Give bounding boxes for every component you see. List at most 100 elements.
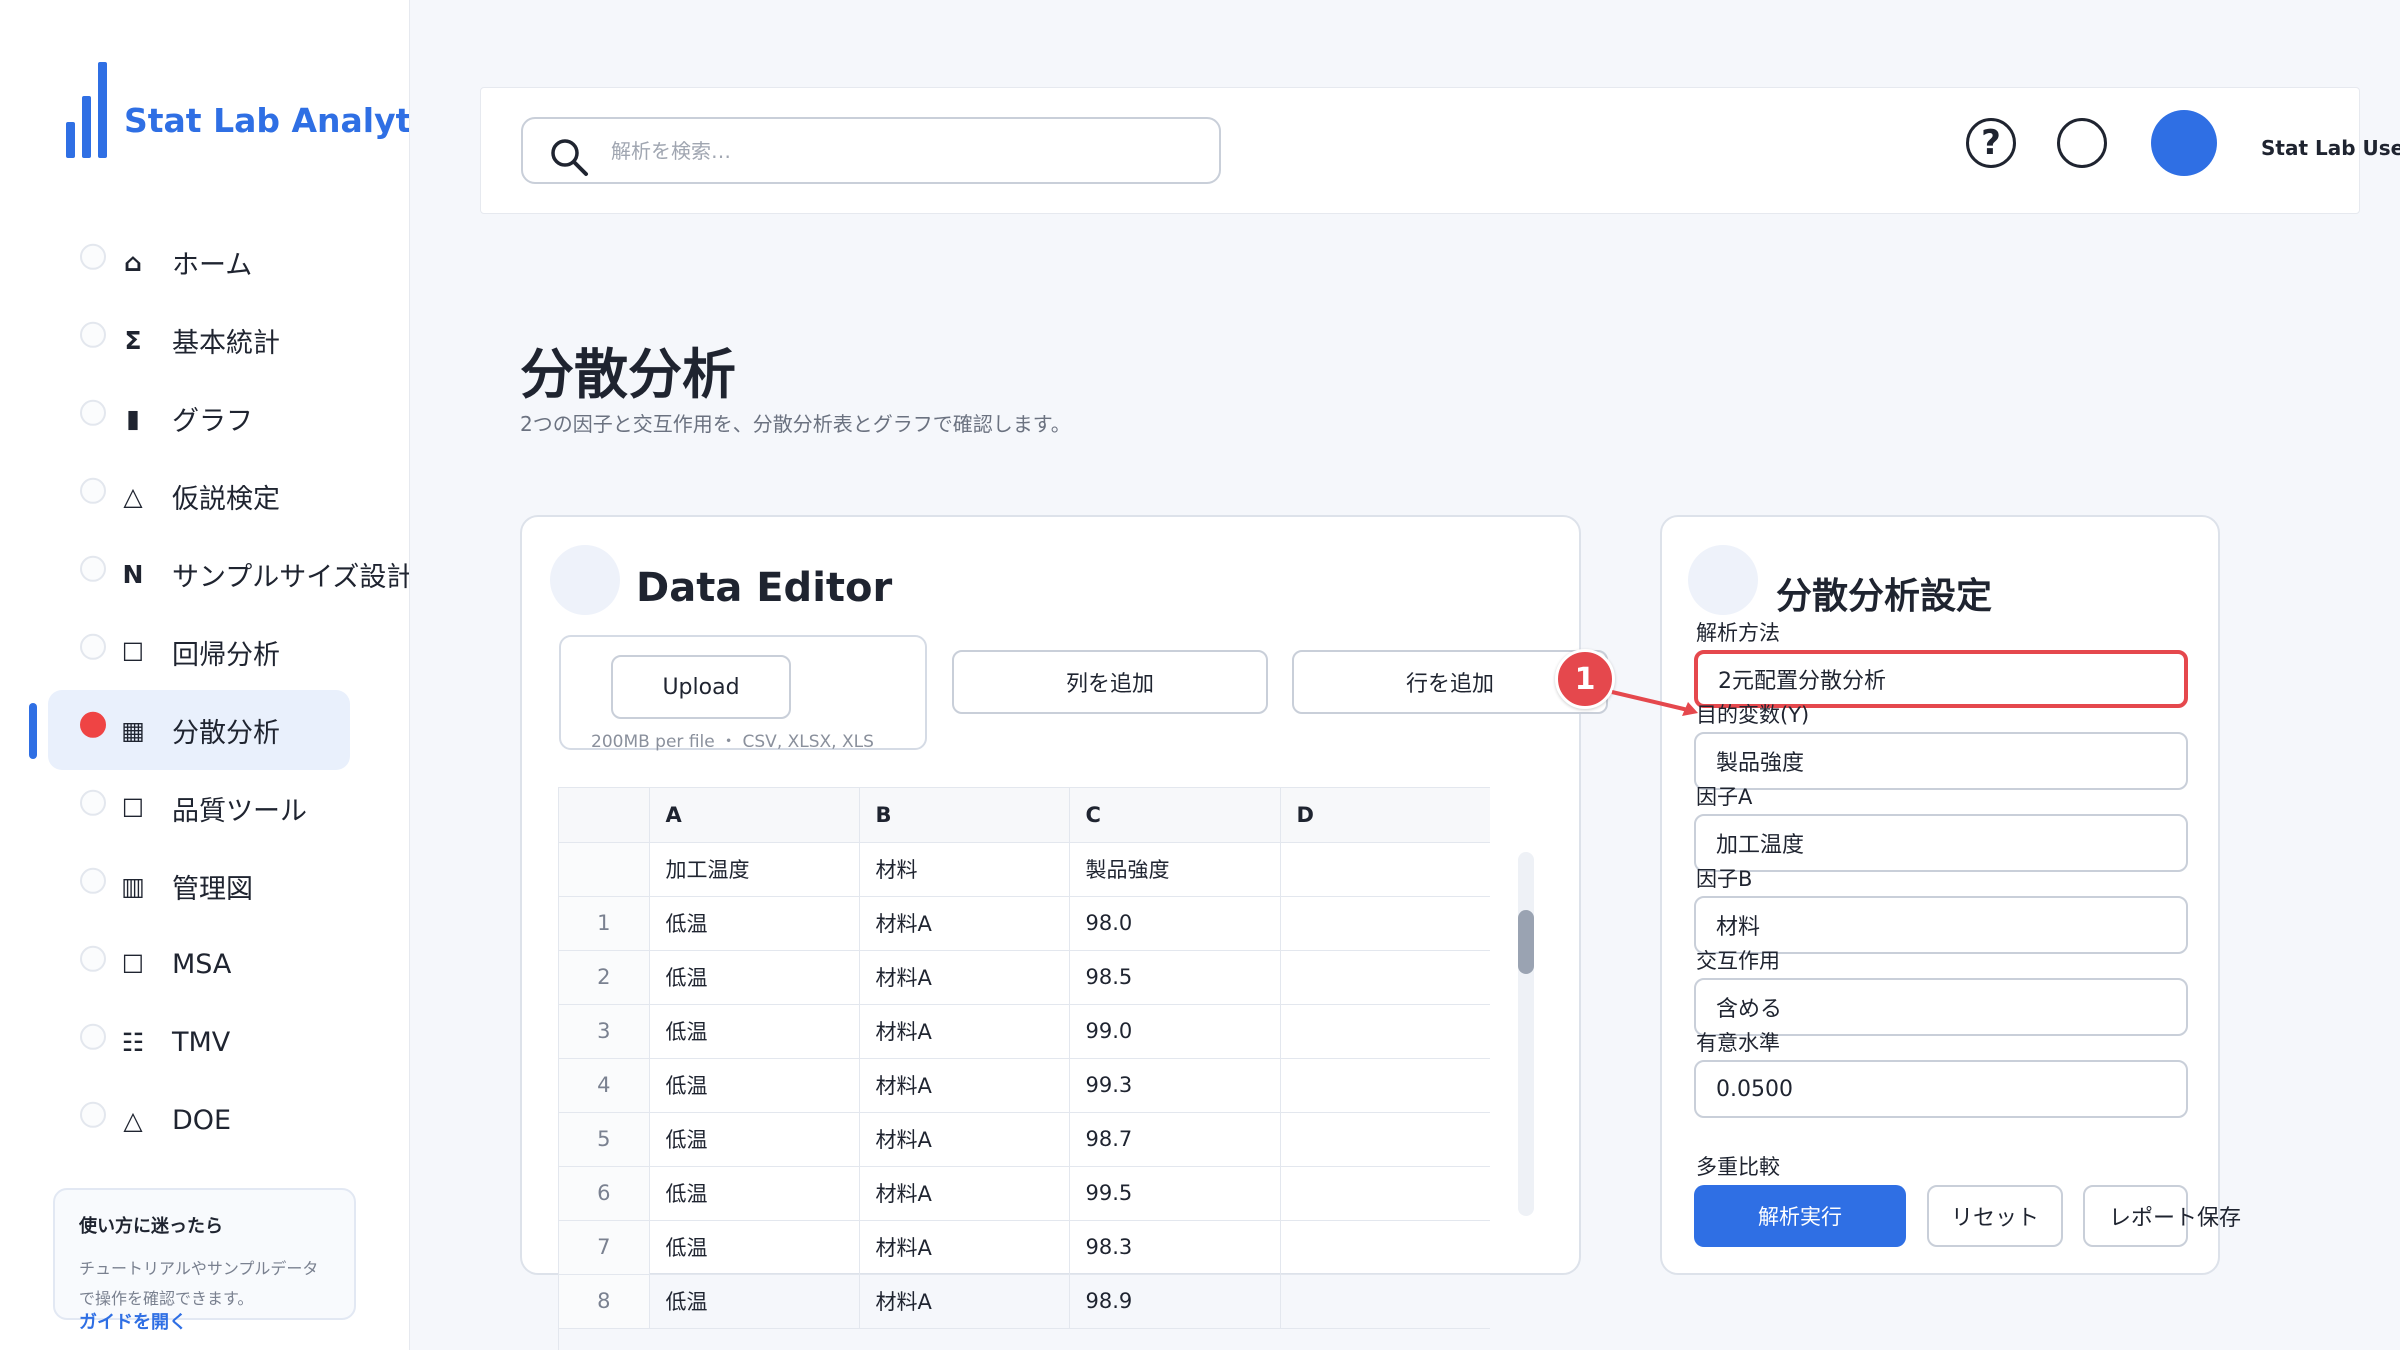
sidebar-item-label: 分散分析 [172,717,280,749]
table-cell[interactable]: 材料A [859,1166,1070,1221]
table-cell[interactable]: 材料A [859,896,1070,951]
variable-name-cell[interactable]: 材料 [859,842,1070,897]
table-cell[interactable]: 99.0 [1069,1004,1281,1059]
table-cell[interactable]: 低温 [649,896,860,951]
row-number[interactable]: 4 [559,1058,650,1113]
status-dot-icon [80,321,106,348]
settings-field-2[interactable]: 製品強度 [1694,732,2188,790]
avatar[interactable] [2151,110,2217,176]
row-number[interactable]: 3 [559,1004,650,1059]
sidebar-item-9[interactable]: ▥ 管理図 [48,846,350,926]
notification-icon[interactable] [2057,118,2107,168]
table-cell[interactable]: 低温 [649,1112,860,1167]
run-analysis-button[interactable]: 解析実行 [1694,1185,1906,1247]
sidebar-item-10[interactable]: ☐ MSA [48,924,350,1004]
table-cell[interactable] [1280,1274,1490,1329]
column-header[interactable]: D [1280,788,1490,843]
reset-button[interactable]: リセット [1927,1185,2063,1247]
square-icon: ☐ [121,793,145,823]
status-dot-icon [80,789,106,816]
row-number[interactable]: 6 [559,1166,650,1221]
table-cell[interactable]: 低温 [649,1058,860,1113]
status-dot-icon [80,1023,106,1050]
user-name: Stat Lab User [2261,136,2400,160]
variable-name-cell[interactable]: 製品強度 [1069,842,1281,897]
settings-field-6[interactable]: 0.0500 [1694,1060,2188,1118]
guide-link[interactable]: ガイドを開く [79,1308,187,1334]
field-label: 有意水準 [1696,1031,1780,1055]
corner-cell[interactable] [559,788,650,843]
upload-dropzone[interactable]: Upload 200MB per file ・ CSV, XLSX, XLS [559,635,927,752]
column-header[interactable]: A [649,788,860,843]
sidebar-item-4[interactable]: △ 仮説検定 [48,456,350,536]
sidebar-item-1[interactable]: ⌂ ホーム [48,222,350,302]
page-title: 分散分析 [520,343,736,406]
settings-field-3[interactable]: 加工温度 [1694,814,2188,872]
table-cell[interactable]: 低温 [649,1274,860,1329]
table-cell[interactable]: 低温 [649,1166,860,1221]
sidebar-item-5[interactable]: N サンプルサイズ設計 [48,534,409,614]
table-cell[interactable]: 98.3 [1069,1220,1281,1275]
sidebar-item-2[interactable]: Σ 基本統計 [48,300,350,380]
table-cell[interactable]: 低温 [649,950,860,1005]
sidebar-item-8[interactable]: ☐ 品質ツール [48,768,350,848]
row-number[interactable] [559,842,650,897]
logo-icon [66,62,110,158]
sidebar-item-6[interactable]: ☐ 回帰分析 [48,612,350,692]
scrollbar-thumb[interactable] [1518,910,1534,974]
data-grid[interactable]: A B C D 加工温度 材料 製品強度 1 低温 材料A 98.0 2 低温 材料A 98.5 3 低温 材料A… [558,787,1490,1350]
table-cell[interactable]: 99.3 [1069,1058,1281,1113]
table-cell[interactable]: 98.0 [1069,896,1281,951]
table-cell[interactable]: 材料A [859,1274,1070,1329]
status-dot-icon [80,711,106,738]
row-number[interactable]: 1 [559,896,650,951]
brand[interactable]: Stat Lab Analytics [66,62,409,158]
table-cell[interactable]: 低温 [649,1220,860,1275]
column-header[interactable]: C [1069,788,1281,843]
table-cell[interactable]: 99.5 [1069,1166,1281,1221]
table-cell[interactable]: 低温 [649,1004,860,1059]
search-input[interactable] [611,119,1201,182]
table-cell[interactable] [1280,1220,1490,1275]
column-header[interactable]: B [859,788,1070,843]
status-dot-icon [80,555,106,582]
table-cell[interactable] [1280,1166,1490,1221]
control-chart-icon: ▥ [121,871,145,901]
table-cell[interactable] [1280,950,1490,1005]
table-cell[interactable]: 材料A [859,1220,1070,1275]
table-cell[interactable]: 材料A [859,950,1070,1005]
sidebar-item-12[interactable]: △ DOE [48,1080,350,1160]
save-report-button[interactable]: レポート保存 [2083,1185,2241,1247]
table-cell[interactable]: 材料A [859,1058,1070,1113]
table-cell[interactable]: 98.5 [1069,950,1281,1005]
scrollbar-track[interactable] [1518,852,1534,1216]
table-cell[interactable] [1280,1004,1490,1059]
table-cell[interactable]: 材料A [859,1112,1070,1167]
table-cell[interactable]: 98.7 [1069,1112,1281,1167]
row-number[interactable]: 7 [559,1220,650,1275]
bar-chart-icon: ▮ [126,403,140,433]
table-cell[interactable] [1280,1112,1490,1167]
variable-name-cell[interactable] [1280,842,1490,897]
sidebar-item-11[interactable]: ☷ TMV [48,1002,350,1082]
sidebar-item-label: 基本統計 [172,327,280,359]
table-cell[interactable]: 98.9 [1069,1274,1281,1329]
search-box[interactable] [521,117,1221,184]
table-cell[interactable]: 材料A [859,1004,1070,1059]
table-cell[interactable] [1280,1058,1490,1113]
row-number[interactable]: 8 [559,1274,650,1329]
row-number[interactable]: 5 [559,1112,650,1167]
field-label: 解析方法 [1696,621,1780,645]
square-icon: ☐ [121,637,145,667]
add-column-button[interactable]: 列を追加 [952,650,1268,714]
search-icon [551,139,588,176]
upload-button[interactable]: Upload [611,655,791,719]
data-editor-badge-icon [550,545,620,615]
variable-name-cell[interactable]: 加工温度 [649,842,860,897]
sidebar-item-7[interactable]: ▦ 分散分析 [48,690,350,770]
sidebar-item-3[interactable]: ▮ グラフ [48,378,350,458]
row-number[interactable]: 2 [559,950,650,1005]
table-cell[interactable] [1280,896,1490,951]
help-icon[interactable]: ? [1966,118,2016,168]
grid-icon: ▦ [121,715,145,745]
